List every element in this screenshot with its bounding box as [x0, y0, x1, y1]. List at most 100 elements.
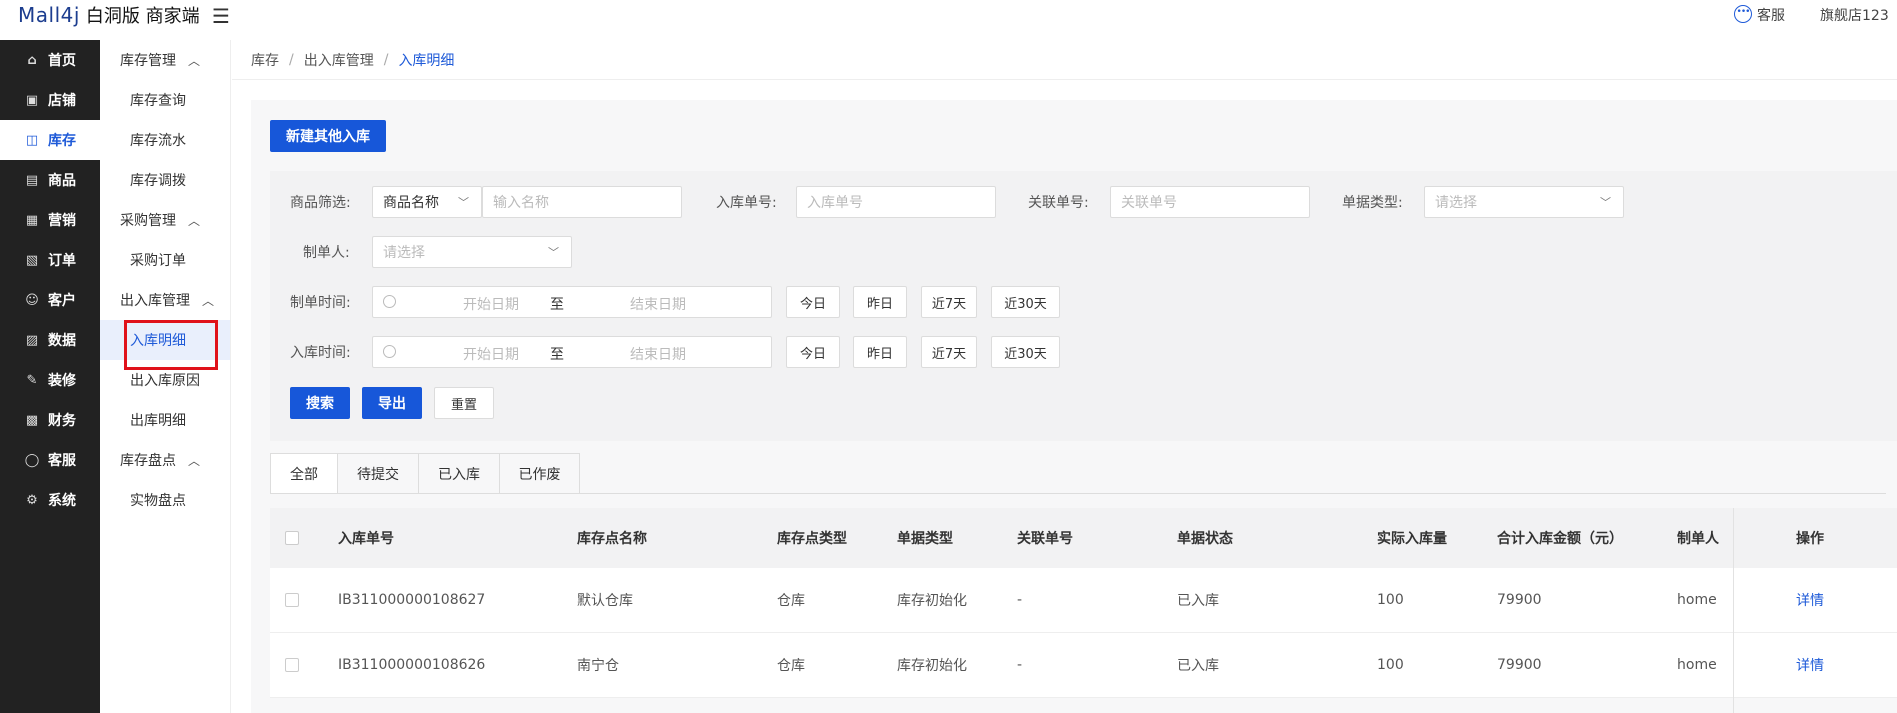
export-button[interactable]: 导出 [362, 387, 422, 419]
new-inbound-button[interactable]: 新建其他入库 [270, 120, 386, 152]
quick-30days-button[interactable]: 近30天 [991, 286, 1060, 318]
quick-yesterday-button[interactable]: 昨日 [853, 286, 907, 318]
submenu-item-inbound-detail[interactable]: 入库明细 [100, 320, 230, 370]
top-bar: Mall4j 白洞版 商家端 ☰ ••• 客服 旗舰店123 [0, 0, 1897, 40]
inbound-time-label: 入库时间: [290, 345, 351, 361]
nav-label: 系统 [48, 493, 76, 509]
cell-creator: home [1677, 592, 1717, 608]
customer-service-link[interactable]: 客服 [1757, 5, 1785, 25]
cell-actual-qty: 100 [1377, 592, 1404, 608]
cell-location-type: 仓库 [777, 593, 805, 609]
inbound-no-input[interactable]: 入库单号 [796, 186, 996, 218]
group-label: 库存管理 [120, 53, 176, 69]
product-filter-select[interactable]: 商品名称 ﹀ [372, 186, 482, 218]
reset-button[interactable]: 重置 [434, 387, 494, 419]
quick-today-button[interactable]: 今日 [786, 286, 840, 318]
tab-inbound[interactable]: 已入库 [419, 453, 500, 494]
detail-link[interactable]: 详情 [1796, 568, 1824, 632]
doc-type-label: 单据类型: [1342, 195, 1403, 211]
submenu-item-inventory-transfer[interactable]: 库存调拨 [100, 160, 230, 200]
start-date[interactable]: 开始日期 [463, 344, 519, 364]
creator-select[interactable]: 请选择 ﹀ [372, 236, 572, 268]
row-checkbox[interactable] [285, 593, 299, 607]
create-time-range-picker[interactable]: 开始日期 至 结束日期 [372, 286, 772, 318]
menu-toggle-icon[interactable]: ☰ [212, 4, 230, 28]
order-icon: ▧ [25, 252, 39, 268]
cell-related-no: - [1017, 592, 1023, 608]
nav-item-inventory[interactable]: ◫ 库存 [0, 120, 100, 160]
product-name-input[interactable]: 输入名称 [482, 186, 682, 218]
chat-icon[interactable]: ••• [1734, 5, 1752, 23]
submenu-group-stocktake[interactable]: 库存盘点 ︿ [100, 440, 230, 480]
related-no-input[interactable]: 关联单号 [1110, 186, 1310, 218]
breadcrumb-separator: / [383, 51, 389, 68]
col-doc-status: 单据状态 [1177, 531, 1233, 547]
inbound-time-range-picker[interactable]: 开始日期 至 结束日期 [372, 336, 772, 368]
quick-7days-button[interactable]: 近7天 [921, 286, 977, 318]
nav-item-home[interactable]: ⌂ 首页 [0, 40, 100, 80]
chevron-down-icon: ﹀ [458, 196, 469, 209]
col-total-amount: 合计入库金额（元） [1497, 531, 1623, 547]
breadcrumb-item[interactable]: 出入库管理 [304, 50, 374, 70]
chevron-down-icon: ﹀ [548, 246, 559, 259]
nav-item-customer[interactable]: ☺ 客户 [0, 280, 100, 320]
search-button[interactable]: 搜索 [290, 387, 350, 419]
nav-item-service[interactable]: ◯ 客服 [0, 440, 100, 480]
nav-label: 库存 [48, 133, 76, 149]
submenu-item-outbound-detail[interactable]: 出库明细 [100, 400, 230, 440]
quick-7days-button[interactable]: 近7天 [921, 336, 977, 368]
quick-30days-button[interactable]: 近30天 [991, 336, 1060, 368]
detail-link[interactable]: 详情 [1796, 633, 1824, 697]
clock-icon [383, 295, 396, 308]
table-row: IB311000000108627 默认仓库 仓库 库存初始化 - 已入库 10… [270, 568, 1897, 633]
submenu-group-inout[interactable]: 出入库管理 ︿ [100, 280, 230, 320]
range-separator: 至 [550, 347, 564, 363]
create-time-label: 制单时间: [290, 295, 351, 311]
tab-all[interactable]: 全部 [270, 453, 338, 494]
logo[interactable]: Mall4j 白洞版 商家端 [18, 2, 200, 28]
related-no-label: 关联单号: [1028, 195, 1089, 211]
submenu-group-purchase[interactable]: 采购管理 ︿ [100, 200, 230, 240]
home-icon: ⌂ [27, 52, 37, 68]
chevron-up-icon: ︿ [188, 53, 201, 68]
end-date[interactable]: 结束日期 [630, 344, 686, 364]
submenu-group-inventory-mgmt[interactable]: 库存管理 ︿ [100, 40, 230, 80]
end-date[interactable]: 结束日期 [630, 294, 686, 314]
select-all-checkbox[interactable] [285, 531, 299, 545]
cell-doc-type: 库存初始化 [897, 593, 967, 609]
nav-item-product[interactable]: ▤ 商品 [0, 160, 100, 200]
quick-yesterday-button[interactable]: 昨日 [853, 336, 907, 368]
submenu-item-purchase-order[interactable]: 采购订单 [100, 240, 230, 280]
decorate-icon: ✎ [26, 372, 38, 388]
nav-item-data[interactable]: ▨ 数据 [0, 320, 100, 360]
tab-pending[interactable]: 待提交 [338, 453, 419, 494]
nav-item-finance[interactable]: ▩ 财务 [0, 400, 100, 440]
col-actions: 操作 [1796, 531, 1824, 547]
status-tabs: 全部 待提交 已入库 已作废 [270, 453, 580, 494]
submenu-item-inventory-query[interactable]: 库存查询 [100, 80, 230, 120]
col-creator: 制单人 [1677, 531, 1719, 547]
chevron-up-icon: ︿ [202, 293, 215, 308]
submenu-item-inventory-flow[interactable]: 库存流水 [100, 120, 230, 160]
breadcrumb: 库存 / 出入库管理 / 入库明细 [232, 40, 1897, 80]
product-icon: ▤ [25, 172, 39, 188]
table-row: IB311000000108626 南宁仓 仓库 库存初始化 - 已入库 100… [270, 633, 1897, 698]
col-actual-qty: 实际入库量 [1377, 531, 1447, 547]
nav-item-system[interactable]: ⚙ 系统 [0, 480, 100, 520]
nav-label: 财务 [48, 413, 76, 429]
group-label: 出入库管理 [120, 293, 190, 309]
store-name-menu[interactable]: 旗舰店123 [1820, 5, 1889, 25]
nav-item-marketing[interactable]: ▦ 营销 [0, 200, 100, 240]
breadcrumb-item[interactable]: 库存 [251, 50, 279, 70]
cell-actual-qty: 100 [1377, 657, 1404, 673]
nav-item-shop[interactable]: ▣ 店铺 [0, 80, 100, 120]
tab-voided[interactable]: 已作废 [500, 453, 580, 494]
quick-today-button[interactable]: 今日 [786, 336, 840, 368]
submenu-item-physical-count[interactable]: 实物盘点 [100, 480, 230, 520]
start-date[interactable]: 开始日期 [463, 294, 519, 314]
nav-item-decorate[interactable]: ✎ 装修 [0, 360, 100, 400]
nav-item-order[interactable]: ▧ 订单 [0, 240, 100, 280]
cell-related-no: - [1017, 657, 1023, 673]
doc-type-select[interactable]: 请选择 ﹀ [1424, 186, 1624, 218]
row-checkbox[interactable] [285, 658, 299, 672]
